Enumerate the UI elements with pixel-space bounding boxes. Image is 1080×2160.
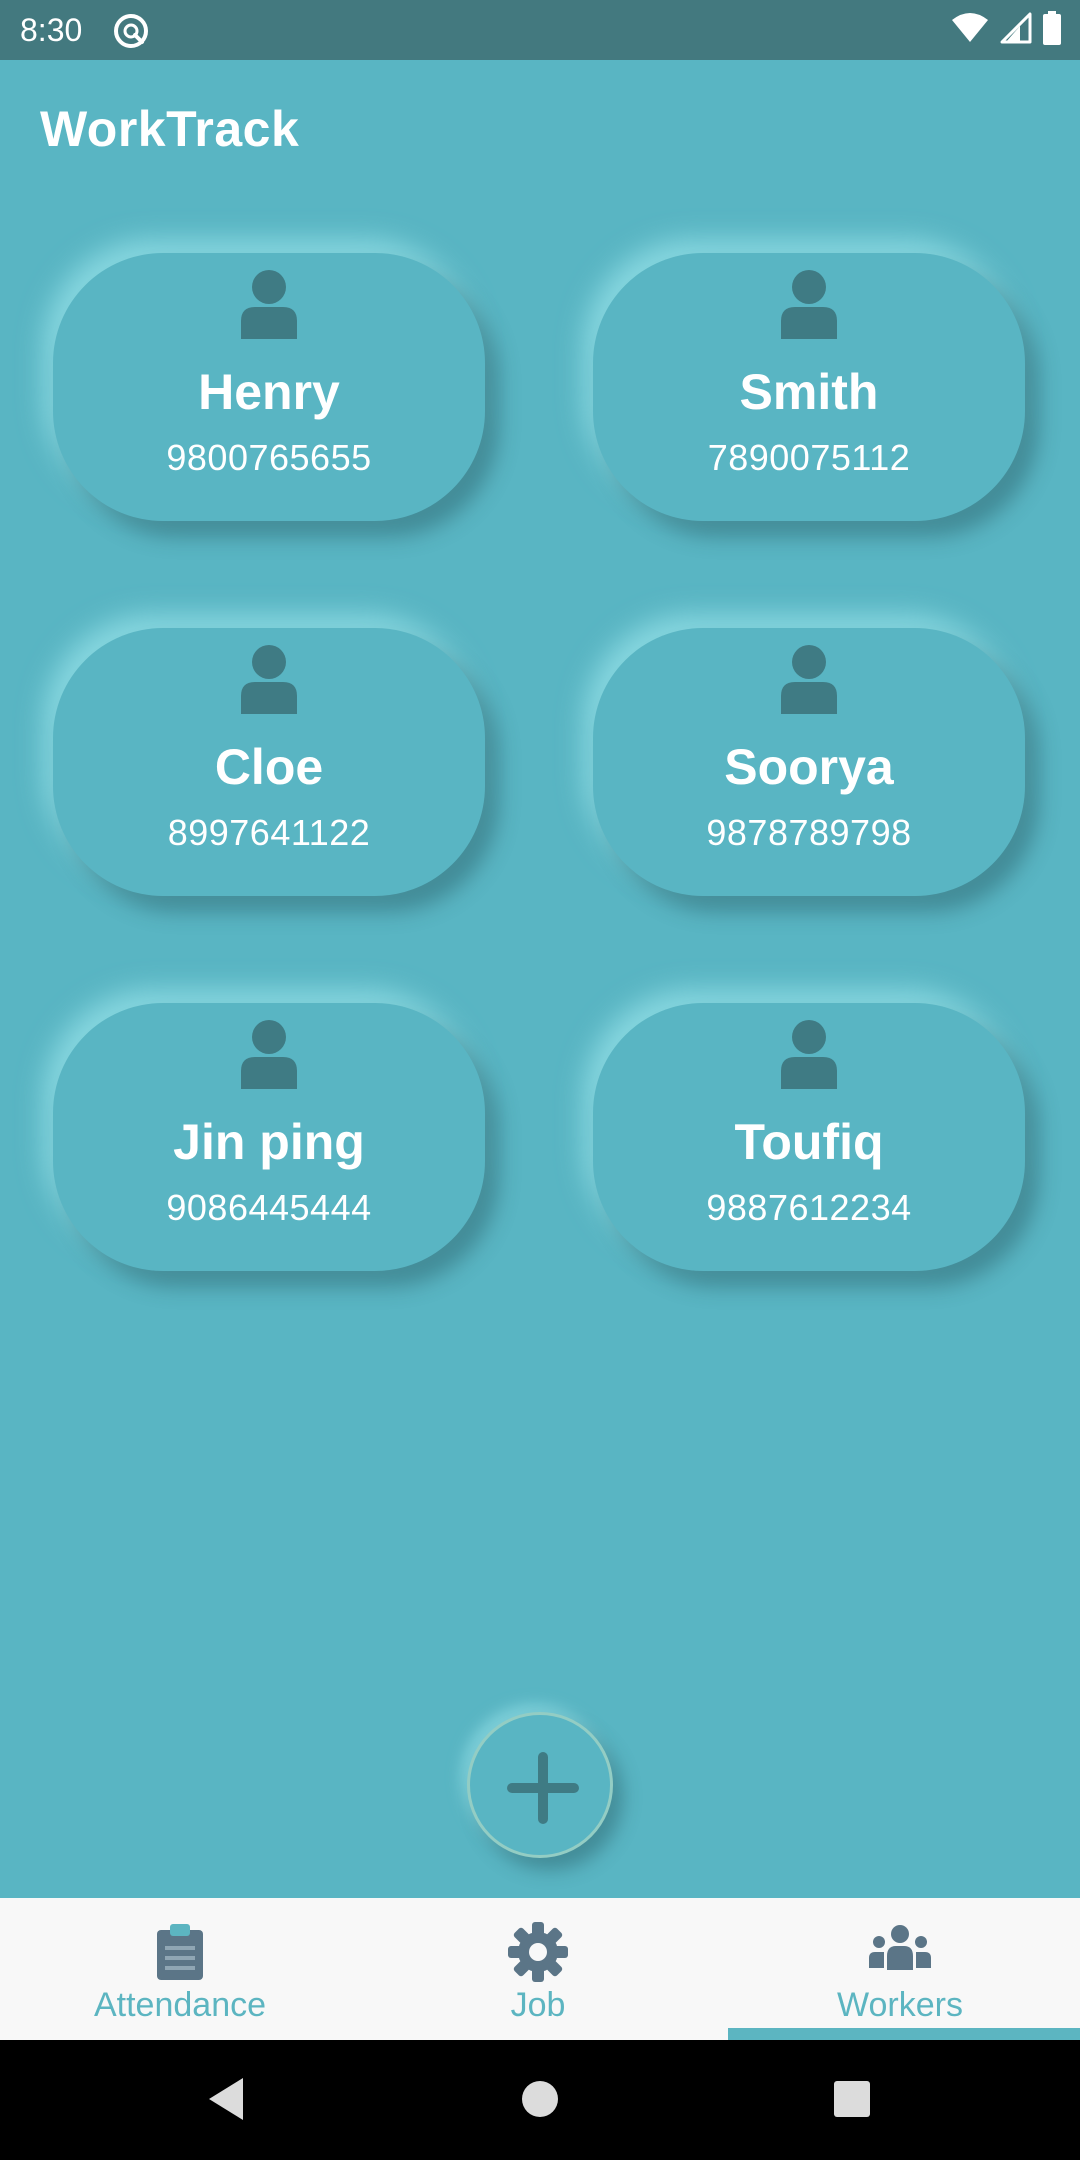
nav-item-job[interactable]: Job <box>358 1898 718 2040</box>
status-bar: 8:30 <box>0 0 1080 60</box>
worker-card[interactable]: Soorya 9878789798 <box>593 628 1025 896</box>
worker-phone: 7890075112 <box>707 437 911 478</box>
notification-badge-icon <box>112 12 150 50</box>
status-icons <box>950 10 1062 50</box>
home-icon[interactable] <box>520 2076 560 2122</box>
group-icon <box>869 1925 931 1970</box>
person-icon <box>241 1020 297 1089</box>
clipboard-icon <box>157 1924 203 1980</box>
worker-card[interactable]: Cloe 8997641122 <box>53 628 485 896</box>
worker-phone: 9887612234 <box>706 1187 912 1228</box>
nav-label-attendance: Attendance <box>93 1986 267 2024</box>
worker-name: Henry <box>198 364 340 420</box>
worker-phone: 9086445444 <box>166 1187 372 1228</box>
nav-item-attendance[interactable]: Attendance <box>0 1898 360 2040</box>
worker-card[interactable]: Henry 9800765655 <box>53 253 485 521</box>
selected-tab-indicator <box>728 2028 1080 2040</box>
nav-item-workers[interactable]: Workers <box>720 1898 1080 2040</box>
worker-name: Soorya <box>724 739 894 795</box>
worker-phone: 8997641122 <box>167 812 371 853</box>
worker-name: Jin ping <box>173 1114 365 1170</box>
worker-card[interactable]: Toufiq 9887612234 <box>593 1003 1025 1271</box>
person-icon <box>241 270 297 339</box>
recents-icon[interactable] <box>832 2076 872 2122</box>
worker-name: Toufiq <box>734 1114 884 1170</box>
nav-label-workers: Workers <box>837 1986 963 2024</box>
gear-icon <box>508 1922 568 1982</box>
battery-icon <box>1042 10 1062 50</box>
person-icon <box>781 645 837 714</box>
status-time: 8:30 <box>20 12 83 48</box>
worker-card[interactable]: Jin ping 9086445444 <box>53 1003 485 1271</box>
bottom-nav: Attendance Job Workers <box>0 1898 1080 2040</box>
add-worker-button[interactable] <box>467 1712 613 1858</box>
worker-phone: 9800765655 <box>166 437 372 478</box>
person-icon <box>781 1020 837 1089</box>
app-title: WorkTrack <box>40 101 300 157</box>
signal-icon <box>1000 12 1032 49</box>
system-nav-bar <box>0 2040 1080 2160</box>
nav-label-job: Job <box>510 1986 566 2024</box>
person-icon <box>781 270 837 339</box>
worker-name: Smith <box>739 364 879 420</box>
back-icon[interactable] <box>205 2076 245 2122</box>
plus-icon <box>507 1752 579 1824</box>
worker-card[interactable]: Smith 7890075112 <box>593 253 1025 521</box>
worker-name: Cloe <box>214 739 324 795</box>
wifi-icon <box>950 12 990 49</box>
worker-phone: 9878789798 <box>706 812 912 853</box>
person-icon <box>241 645 297 714</box>
